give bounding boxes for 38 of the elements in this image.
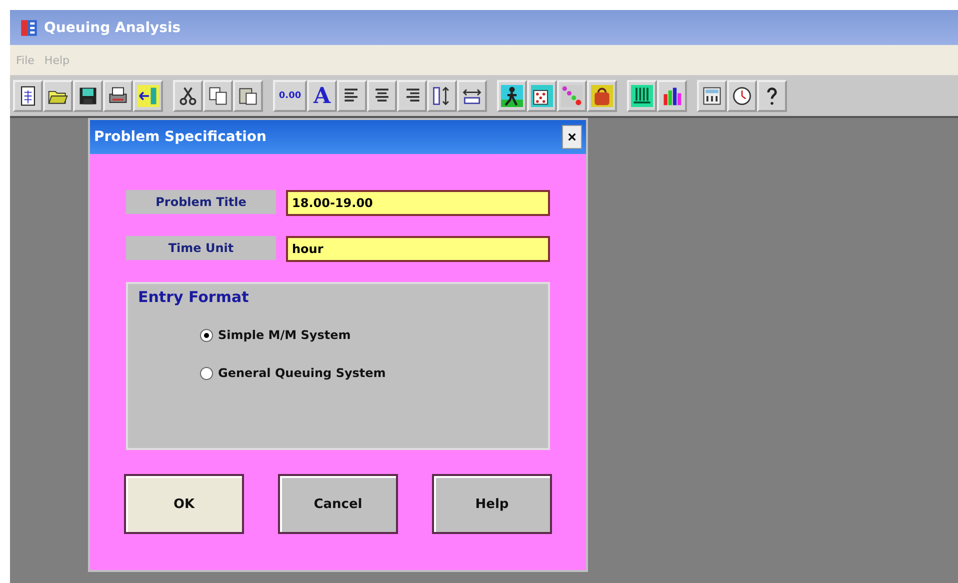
calculator-icon[interactable]	[697, 80, 727, 112]
radio-button[interactable]	[200, 328, 213, 342]
option-label[interactable]: Simple M/M System	[218, 328, 351, 342]
number-format-button[interactable]: 0.00	[273, 80, 307, 112]
input-field[interactable]: hour	[286, 236, 550, 262]
input-field[interactable]: 18.00-19.00	[286, 190, 550, 216]
field-label: Time Unit	[126, 236, 276, 260]
document-icon[interactable]	[13, 80, 43, 112]
close-button[interactable]: ×	[562, 125, 582, 149]
copy-icon[interactable]	[203, 80, 233, 112]
grid-icon[interactable]	[627, 80, 657, 112]
group-title: Entry Format	[138, 288, 249, 306]
paste-icon[interactable]	[233, 80, 263, 112]
app-icon	[20, 18, 38, 36]
row-height-icon[interactable]	[457, 80, 487, 112]
question-icon[interactable]	[757, 80, 787, 112]
column-width-icon[interactable]	[427, 80, 457, 112]
dialog-title: Problem Specification	[94, 129, 266, 145]
clock-icon[interactable]	[727, 80, 757, 112]
font-button[interactable]: A	[307, 80, 337, 112]
bar-chart-icon[interactable]	[657, 80, 687, 112]
field-label: Problem Title	[126, 190, 276, 214]
bag-icon[interactable]	[587, 80, 617, 112]
align-right-icon[interactable]	[397, 80, 427, 112]
printer-icon[interactable]	[103, 80, 133, 112]
scissors-icon[interactable]	[173, 80, 203, 112]
dice-icon[interactable]	[527, 80, 557, 112]
window-title: Queuing Analysis	[44, 20, 181, 36]
align-center-icon[interactable]	[367, 80, 397, 112]
dialog-button[interactable]: Cancel	[278, 474, 398, 534]
dialog-button[interactable]: OK	[124, 474, 244, 534]
option-label[interactable]: General Queuing System	[218, 366, 386, 380]
dots-icon[interactable]	[557, 80, 587, 112]
dialog-button[interactable]: Help	[432, 474, 552, 534]
person-icon[interactable]	[497, 80, 527, 112]
folder-icon[interactable]	[43, 80, 73, 112]
align-left-icon[interactable]	[337, 80, 367, 112]
radio-button[interactable]	[200, 366, 213, 380]
